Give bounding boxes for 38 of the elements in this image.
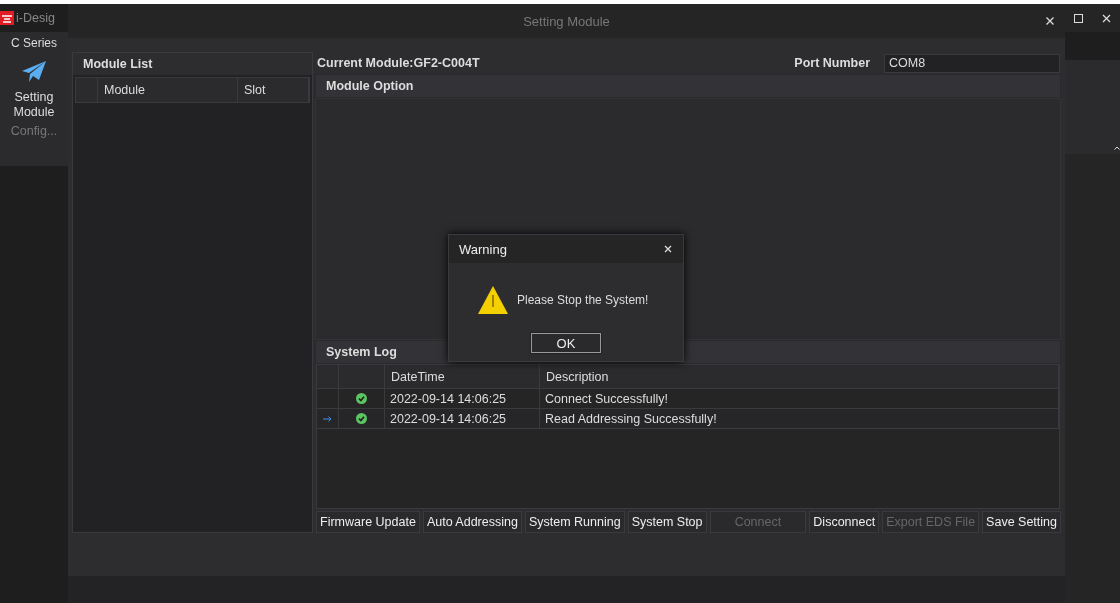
toolbar-button[interactable]: Firmware Update xyxy=(316,511,420,533)
table-cell: 2022-09-14 14:06:25 xyxy=(385,409,540,428)
sidebar-section: C Series xyxy=(11,36,57,50)
app-title: i-Desig xyxy=(16,11,55,25)
close-button[interactable] xyxy=(1045,16,1055,26)
toolbar-button[interactable]: System Stop xyxy=(627,511,707,533)
table-cell: 2022-09-14 14:06:25 xyxy=(385,389,540,408)
current-module-label: Current Module:GF2-C004T xyxy=(316,56,480,70)
panel-title: Module List xyxy=(73,53,312,75)
table-cell: Connect Successfully! xyxy=(540,389,1059,408)
port-field[interactable]: COM8 xyxy=(884,53,1060,73)
column-header: Slot xyxy=(238,78,309,102)
check-icon xyxy=(356,413,367,424)
warning-message: Please Stop the System! xyxy=(517,293,649,307)
toolbar-button[interactable]: System Running xyxy=(524,511,625,533)
toolbar-button[interactable]: Auto Addressing xyxy=(422,511,522,533)
log-row[interactable]: 2022-09-14 14:06:25 Read Addressing Successfully! xyxy=(317,409,1059,429)
paper-plane-icon xyxy=(21,60,47,84)
column-header: Module xyxy=(98,78,238,102)
column-header: Description xyxy=(540,365,1059,388)
toolbar-button[interactable]: Save Setting xyxy=(982,511,1061,533)
warning-icon xyxy=(477,285,509,315)
check-icon xyxy=(356,393,367,404)
dialog-title: Warning xyxy=(459,241,507,257)
arrow-icon xyxy=(323,415,332,422)
column-header: DateTime xyxy=(385,365,540,388)
table-cell: Read Addressing Successfully! xyxy=(540,409,1059,428)
close-button[interactable] xyxy=(663,244,673,254)
toolbar-button[interactable]: Disconnect xyxy=(809,511,880,533)
maximize-button[interactable] xyxy=(1074,13,1084,23)
caret-icon xyxy=(1114,146,1120,150)
logo-icon xyxy=(0,11,14,25)
sidebar-item[interactable]: Setting Module xyxy=(3,58,65,122)
close-button[interactable] xyxy=(1101,13,1111,23)
window-title: Setting Module xyxy=(523,13,610,29)
port-label: Port Number xyxy=(794,56,870,70)
panel-title: Module Option xyxy=(315,74,1061,98)
ok-button[interactable]: OK xyxy=(531,333,601,353)
